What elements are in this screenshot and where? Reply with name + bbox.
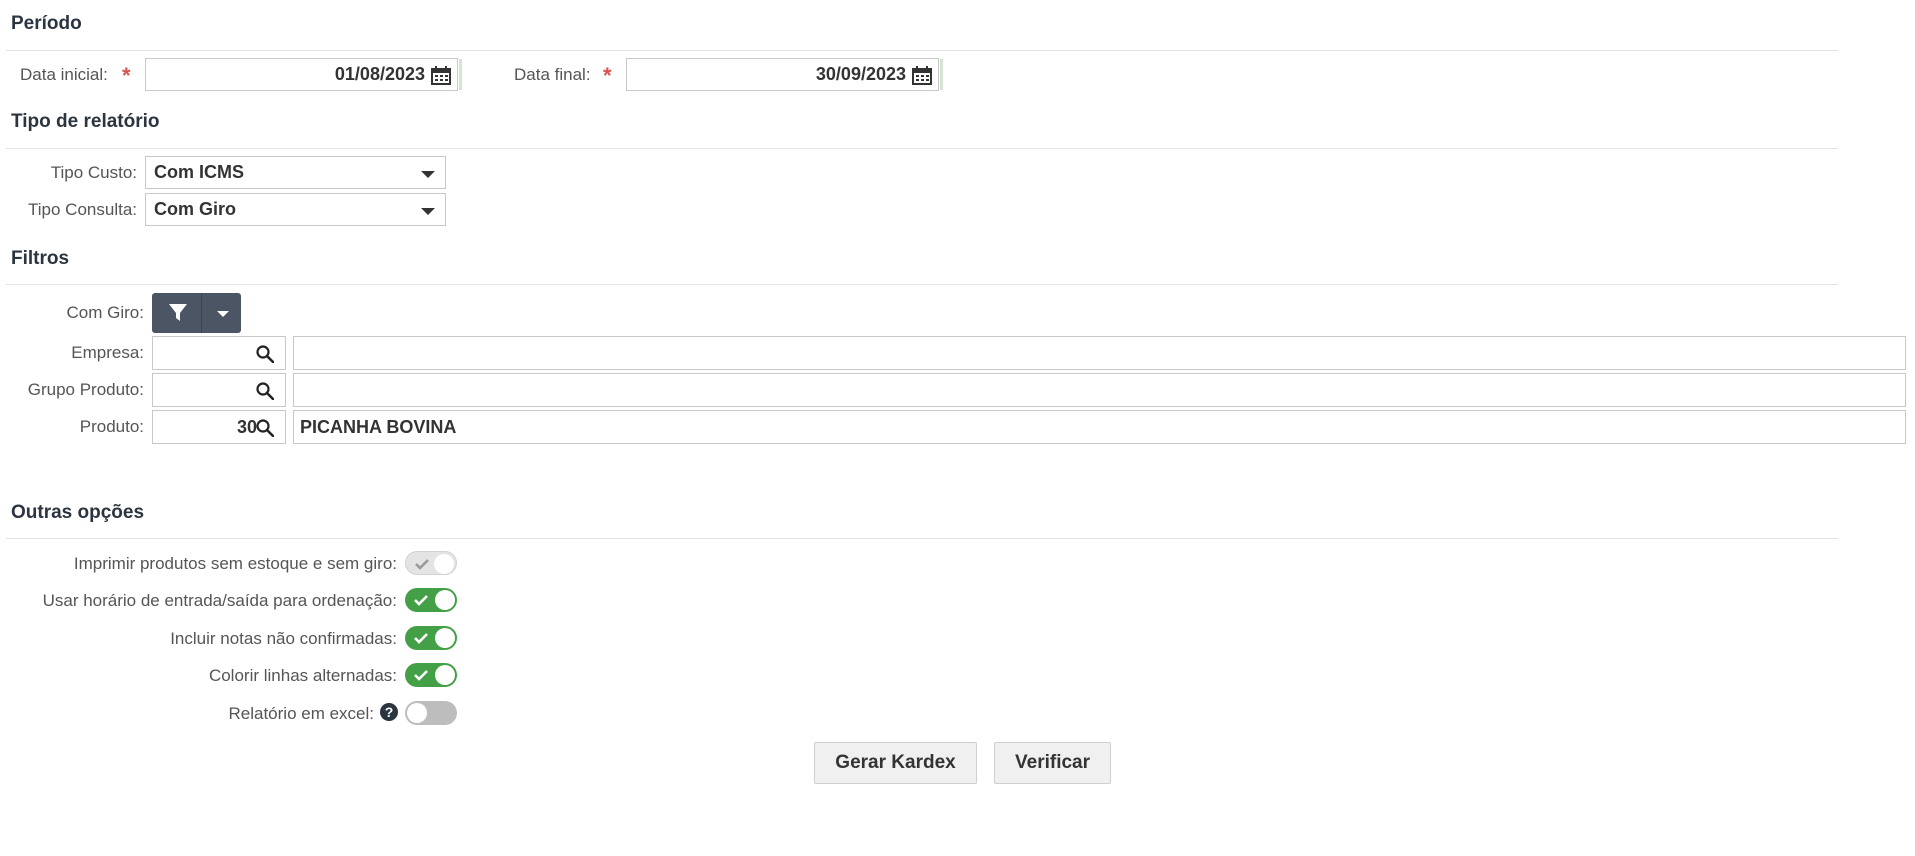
option-label-sem-estoque: Imprimir produtos sem estoque e sem giro… — [73, 554, 397, 573]
tipo-consulta-label: Tipo Consulta: — [28, 200, 137, 219]
empresa-description-field[interactable] — [293, 336, 1906, 370]
divider — [6, 50, 1838, 51]
check-icon — [414, 633, 428, 644]
tipo-consulta-select[interactable]: Com Giro — [145, 193, 446, 226]
option-label-horario-ordenacao: Usar horário de entrada/saída para orden… — [42, 591, 397, 610]
produto-description-value: PICANHA BOVINA — [300, 417, 457, 437]
option-label-linhas-alternadas: Colorir linhas alternadas: — [208, 666, 397, 685]
required-mark: * — [122, 63, 131, 88]
section-title-outras-opcoes: Outras opções — [11, 502, 145, 523]
verificar-button[interactable]: Verificar — [994, 742, 1111, 784]
toggle-notas-nao-confirmadas[interactable] — [405, 626, 457, 650]
gerar-kardex-button[interactable]: Gerar Kardex — [814, 742, 977, 784]
data-final-input[interactable]: 30/09/2023 — [626, 58, 943, 91]
check-icon — [414, 670, 428, 681]
chevron-down-icon — [421, 171, 435, 178]
required-mark: * — [603, 63, 612, 88]
data-final-value: 30/09/2023 — [815, 64, 906, 84]
empresa-label: Empresa: — [71, 343, 144, 362]
data-final-label: Data final: — [514, 65, 591, 84]
empresa-code-input[interactable] — [152, 336, 286, 370]
toggle-knob — [435, 628, 455, 648]
search-icon[interactable] — [256, 419, 274, 437]
toggle-knob — [435, 590, 455, 610]
grupo-produto-label: Grupo Produto: — [27, 380, 144, 399]
divider — [6, 538, 1838, 539]
search-icon[interactable] — [256, 382, 274, 400]
tipo-consulta-value: Com Giro — [154, 199, 237, 219]
button-divider — [201, 293, 202, 333]
tipo-custo-label: Tipo Custo: — [50, 163, 137, 182]
toggle-horario-ordenacao[interactable] — [405, 588, 457, 612]
data-inicial-label: Data inicial: — [20, 65, 108, 84]
filter-icon — [169, 304, 187, 321]
divider — [6, 284, 1838, 285]
toggle-knob — [434, 554, 454, 574]
check-icon — [415, 559, 429, 570]
produto-label: Produto: — [79, 417, 144, 436]
toggle-knob — [435, 665, 455, 685]
produto-code-value: 30 — [236, 417, 257, 437]
calendar-icon[interactable] — [431, 66, 451, 85]
calendar-icon[interactable] — [912, 66, 932, 85]
produto-code-input[interactable]: 30 — [152, 410, 286, 444]
check-icon — [414, 595, 428, 606]
produto-description-field[interactable]: PICANHA BOVINA — [293, 410, 1906, 444]
toggle-linhas-alternadas[interactable] — [405, 663, 457, 687]
section-title-tipo-relatorio: Tipo de relatório — [11, 111, 160, 132]
toggle-relatorio-excel[interactable] — [405, 701, 457, 725]
toggle-sem-estoque[interactable] — [405, 551, 457, 575]
input-edge — [940, 59, 943, 90]
toggle-knob — [407, 703, 427, 723]
data-inicial-input[interactable]: 01/08/2023 — [145, 58, 462, 91]
input-edge — [459, 59, 462, 90]
divider — [6, 148, 1838, 149]
search-icon[interactable] — [256, 345, 274, 363]
chevron-down-icon — [421, 208, 435, 215]
help-icon[interactable]: ? — [380, 703, 398, 721]
section-title-filtros: Filtros — [11, 248, 70, 269]
section-title-periodo: Período — [11, 13, 82, 34]
grupo-produto-code-input[interactable] — [152, 373, 286, 407]
data-inicial-value: 01/08/2023 — [334, 64, 425, 84]
com-giro-label: Com Giro: — [66, 303, 144, 322]
grupo-produto-description-field[interactable] — [293, 373, 1906, 407]
option-label-relatorio-excel: Relatório em excel: — [228, 704, 374, 723]
option-label-notas-nao-confirmadas: Incluir notas não confirmadas: — [170, 629, 397, 648]
chevron-down-icon — [217, 311, 229, 317]
tipo-custo-value: Com ICMS — [154, 162, 244, 182]
tipo-custo-select[interactable]: Com ICMS — [145, 156, 446, 189]
filter-dropdown-button[interactable] — [152, 293, 241, 333]
